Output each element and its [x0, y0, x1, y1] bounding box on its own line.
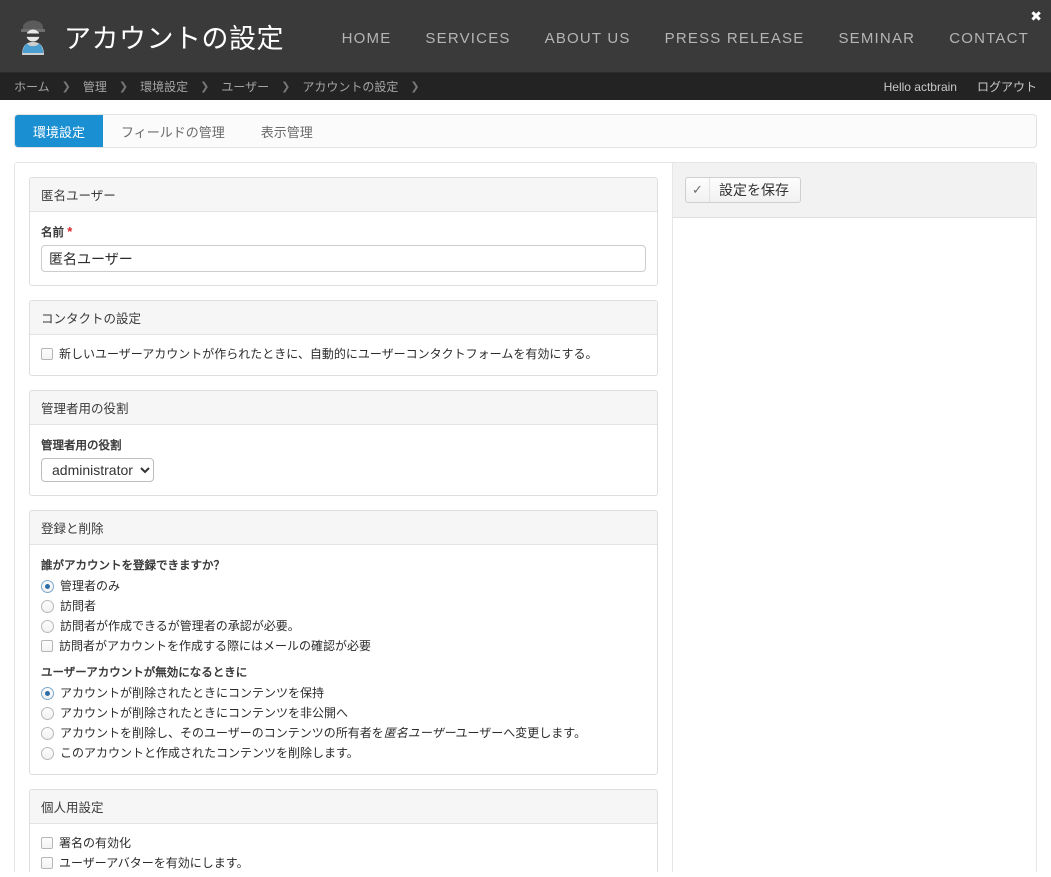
chevron-right-icon: ❯ — [119, 80, 128, 93]
radio-row-visitors[interactable]: 訪問者 — [41, 599, 646, 614]
contact-form-checkbox-row[interactable]: 新しいユーザーアカウントが作られたときに、自動的にユーザーコンタクトフォームを有… — [41, 347, 646, 362]
checkbox-icon[interactable] — [41, 837, 53, 849]
radio-label: 管理者のみ — [60, 579, 120, 594]
logout-link[interactable]: ログアウト — [977, 78, 1037, 95]
account-cancellation-title: ユーザーアカウントが無効になるときに — [41, 664, 646, 680]
checkbox-row-enable-avatars[interactable]: ユーザーアバターを有効にします。 — [41, 856, 646, 871]
main-nav: HOME SERVICES ABOUT US PRESS RELEASE SEM… — [342, 26, 1051, 47]
tab-display-management[interactable]: 表示管理 — [243, 115, 331, 147]
user-avatar-icon — [14, 16, 52, 56]
tabs-wrap: 環境設定 フィールドの管理 表示管理 — [0, 100, 1051, 148]
breadcrumb-item-admin[interactable]: 管理 — [83, 78, 107, 95]
tab-bar: 環境設定 フィールドの管理 表示管理 — [14, 114, 1037, 148]
radio-row-admins-only[interactable]: 管理者のみ — [41, 579, 646, 594]
breadcrumb-item-home[interactable]: ホーム — [14, 78, 50, 95]
section-legend: 管理者用の役割 — [30, 391, 657, 425]
page-title: アカウントの設定 — [64, 17, 284, 56]
chevron-right-icon: ❯ — [62, 80, 71, 93]
radio-label: 訪問者が作成できるが管理者の承認が必要。 — [60, 619, 300, 634]
admin-role-select[interactable]: administrator — [41, 458, 154, 482]
form-column: 匿名ユーザー 名前 * コンタクトの設定 新しいユーザーアカウントが作られたとき… — [15, 163, 673, 872]
name-label-text: 名前 — [41, 227, 64, 239]
section-personalization: 個人用設定 署名の有効化 ユーザーアバターを有効にします。 — [29, 789, 658, 872]
checkbox-icon[interactable] — [41, 348, 53, 360]
brand: アカウントの設定 — [0, 16, 284, 56]
section-legend: 登録と削除 — [30, 511, 657, 545]
section-admin-role: 管理者用の役割 管理者用の役割 administrator — [29, 390, 658, 496]
radio-label: このアカウントと作成されたコンテンツを削除します。 — [60, 746, 359, 761]
content-container: 匿名ユーザー 名前 * コンタクトの設定 新しいユーザーアカウントが作られたとき… — [14, 162, 1037, 872]
checkbox-icon[interactable] — [41, 640, 53, 652]
check-icon: ✓ — [686, 178, 710, 202]
radio-row-delete-account-and-content[interactable]: このアカウントと作成されたコンテンツを削除します。 — [41, 746, 646, 761]
site-header: アカウントの設定 HOME SERVICES ABOUT US PRESS RE… — [0, 0, 1051, 73]
radio-row-keep-content[interactable]: アカウントが削除されたときにコンテンツを保持 — [41, 686, 646, 701]
section-anonymous-user: 匿名ユーザー 名前 * — [29, 177, 658, 286]
checkbox-row-enable-signatures[interactable]: 署名の有効化 — [41, 836, 646, 851]
save-settings-button[interactable]: ✓ 設定を保存 — [685, 177, 801, 203]
radio-icon[interactable] — [41, 707, 54, 720]
required-marker: * — [67, 224, 72, 239]
breadcrumb-item-account-settings[interactable]: アカウントの設定 — [302, 78, 398, 95]
radio-row-unpublish-content[interactable]: アカウントが削除されたときにコンテンツを非公開へ — [41, 706, 646, 721]
checkbox-row-email-verification[interactable]: 訪問者がアカウントを作成する際にはメールの確認が必要 — [41, 639, 646, 654]
chevron-right-icon: ❯ — [200, 80, 209, 93]
tab-environment-settings[interactable]: 環境設定 — [15, 115, 103, 147]
radio-row-reassign-to-anonymous[interactable]: アカウントを削除し、そのユーザーのコンテンツの所有者を匿名ユーザーユーザーへ変更… — [41, 726, 646, 741]
section-body: 誰がアカウントを登録できますか？ 管理者のみ 訪問者 訪問者が作成できるが管理者… — [30, 545, 657, 774]
save-button-label: 設定を保存 — [710, 180, 800, 200]
breadcrumb-item-user[interactable]: ユーザー — [221, 78, 269, 95]
chevron-right-icon: ❯ — [281, 80, 290, 93]
radio-label: アカウントが削除されたときにコンテンツを保持 — [60, 686, 324, 701]
section-legend: 匿名ユーザー — [30, 178, 657, 212]
radio-row-visitors-with-approval[interactable]: 訪問者が作成できるが管理者の承認が必要。 — [41, 619, 646, 634]
chevron-right-icon: ❯ — [410, 80, 419, 93]
radio-icon[interactable] — [41, 620, 54, 633]
user-block: Hello actbrain ログアウト — [884, 78, 1037, 95]
section-body: 管理者用の役割 administrator — [30, 425, 657, 495]
checkbox-label: ユーザーアバターを有効にします。 — [59, 856, 249, 871]
sidebar-column: ✓ 設定を保存 — [673, 163, 1036, 872]
radio-icon[interactable] — [41, 747, 54, 760]
anonymous-name-input[interactable] — [41, 245, 646, 272]
radio-icon[interactable] — [41, 580, 54, 593]
radio-label: アカウントを削除し、そのユーザーのコンテンツの所有者を匿名ユーザーユーザーへ変更… — [60, 726, 586, 741]
radio-label: 訪問者 — [60, 599, 96, 614]
section-legend: コンタクトの設定 — [30, 301, 657, 335]
breadcrumb-item-config[interactable]: 環境設定 — [140, 78, 188, 95]
section-body: 名前 * — [30, 212, 657, 285]
radio-icon[interactable] — [41, 687, 54, 700]
breadcrumb: ホーム ❯ 管理 ❯ 環境設定 ❯ ユーザー ❯ アカウントの設定 ❯ Hell… — [0, 73, 1051, 100]
close-icon[interactable]: ✖ — [1030, 9, 1042, 23]
section-contact-settings: コンタクトの設定 新しいユーザーアカウントが作られたときに、自動的にユーザーコン… — [29, 300, 658, 376]
admin-role-field-label: 管理者用の役割 — [41, 437, 646, 453]
checkbox-label: 署名の有効化 — [59, 836, 131, 851]
section-registration-cancellation: 登録と削除 誰がアカウントを登録できますか？ 管理者のみ 訪問者 訪問者が作成で… — [29, 510, 658, 775]
tab-field-management[interactable]: フィールドの管理 — [103, 115, 243, 147]
section-legend: 個人用設定 — [30, 790, 657, 824]
save-panel: ✓ 設定を保存 — [673, 163, 1036, 218]
nav-item-home[interactable]: HOME — [342, 30, 392, 47]
nav-item-services[interactable]: SERVICES — [425, 30, 510, 47]
name-field-label: 名前 * — [41, 224, 646, 240]
section-body: 新しいユーザーアカウントが作られたときに、自動的にユーザーコンタクトフォームを有… — [30, 335, 657, 375]
contact-form-checkbox-label: 新しいユーザーアカウントが作られたときに、自動的にユーザーコンタクトフォームを有… — [59, 347, 597, 362]
radio-icon[interactable] — [41, 600, 54, 613]
nav-item-about-us[interactable]: ABOUT US — [545, 30, 631, 47]
nav-item-seminar[interactable]: SEMINAR — [838, 30, 915, 47]
greeting-text: Hello actbrain — [884, 80, 957, 94]
radio-icon[interactable] — [41, 727, 54, 740]
checkbox-label: 訪問者がアカウントを作成する際にはメールの確認が必要 — [59, 639, 371, 654]
nav-item-contact[interactable]: CONTACT — [949, 30, 1029, 47]
checkbox-icon[interactable] — [41, 857, 53, 869]
who-can-register-title: 誰がアカウントを登録できますか？ — [41, 557, 646, 573]
section-body: 署名の有効化 ユーザーアバターを有効にします。 — [30, 824, 657, 872]
nav-item-press-release[interactable]: PRESS RELEASE — [665, 30, 805, 47]
radio-label: アカウントが削除されたときにコンテンツを非公開へ — [60, 706, 348, 721]
